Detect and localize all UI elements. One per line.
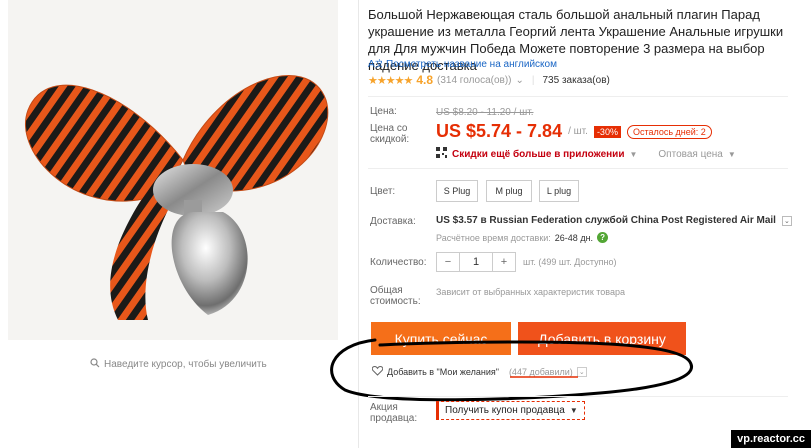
translate-title-link[interactable]: A文 Посмотреть название на английском bbox=[368, 57, 557, 72]
wishlist-row[interactable]: Добавить в "Мои желания" (447 добавили) … bbox=[371, 365, 587, 378]
color-option-s-plug[interactable]: S Plug bbox=[436, 180, 478, 202]
quantity-available: шт. (499 шт. Доступно) bbox=[523, 257, 617, 267]
orders-count: 735 заказа(ов) bbox=[542, 74, 610, 86]
wishlist-label[interactable]: Добавить в "Мои желания" bbox=[387, 367, 499, 377]
watermark: vp.reactor.cc bbox=[731, 430, 811, 448]
eta-label: Расчётное время доставки: bbox=[436, 232, 551, 243]
magnifier-icon bbox=[90, 358, 100, 371]
quantity-label: Количество: bbox=[370, 257, 427, 268]
chevron-down-icon[interactable]: ⌄ bbox=[781, 215, 792, 226]
chevron-down-icon[interactable]: ⌄ bbox=[516, 75, 524, 86]
discount-price-row: US $5.74 - 7.84 / шт. -30% Осталось дней… bbox=[436, 121, 712, 142]
votes-count[interactable]: (314 голоса(ов)) bbox=[437, 75, 512, 86]
separator bbox=[368, 396, 788, 397]
coupon-label: Получить купон продавца bbox=[445, 405, 565, 416]
zoom-hint-text: Наведите курсор, чтобы увеличить bbox=[104, 359, 267, 370]
quantity-stepper[interactable]: − 1 + bbox=[436, 252, 516, 272]
separator bbox=[368, 96, 788, 97]
color-label: Цвет: bbox=[370, 186, 396, 197]
column-divider bbox=[358, 0, 359, 448]
shipping-text: US $3.57 в Russian Federation службой Ch… bbox=[436, 215, 776, 226]
chevron-down-icon[interactable]: ▼ bbox=[728, 150, 736, 159]
color-option-m-plug[interactable]: M plug bbox=[486, 180, 532, 202]
svg-text:文: 文 bbox=[375, 58, 382, 69]
translate-link-text: Посмотреть название на английском bbox=[386, 59, 557, 70]
question-icon[interactable]: ? bbox=[597, 232, 609, 243]
shipping-label: Доставка: bbox=[370, 216, 416, 227]
divider: | bbox=[531, 74, 535, 86]
seller-coupon-button[interactable]: Получить купон продавца ▼ bbox=[436, 401, 585, 420]
rating-value: 4.8 bbox=[416, 73, 433, 87]
star-rating-icon: ★★★★★ bbox=[368, 74, 413, 87]
buy-now-button[interactable]: Купить сейчас bbox=[371, 322, 511, 355]
wishlist-count: (447 добавили) bbox=[508, 367, 573, 377]
chevron-down-icon: ▼ bbox=[569, 406, 578, 415]
increase-button[interactable]: + bbox=[493, 253, 515, 271]
product-photo-graphic bbox=[25, 75, 329, 320]
rating-row: ★★★★★ 4.8 (314 голоса(ов)) ⌄ | 735 заказ… bbox=[368, 73, 610, 87]
app-discount-row: Скидки ещё больше в приложении ▼ Оптовая… bbox=[436, 147, 736, 161]
svg-text:A: A bbox=[368, 59, 375, 69]
shipping-row[interactable]: US $3.57 в Russian Federation службой Ch… bbox=[436, 215, 792, 226]
chevron-down-icon[interactable]: ⌄ bbox=[576, 367, 587, 377]
heart-icon bbox=[371, 365, 384, 378]
old-price: US $8.20 - 11.20 / шт. bbox=[436, 107, 534, 118]
chevron-down-icon[interactable]: ▼ bbox=[629, 150, 637, 159]
add-to-cart-button[interactable]: Добавить в корзину bbox=[518, 322, 686, 355]
qr-code-icon bbox=[436, 147, 447, 161]
current-price: US $5.74 - 7.84 bbox=[436, 121, 563, 141]
days-left-badge: Осталось дней: 2 bbox=[626, 124, 712, 139]
eta-value: 26-48 дн. bbox=[554, 232, 594, 243]
promo-label: Акция продавца: bbox=[370, 402, 418, 424]
price-label: Цена: bbox=[370, 106, 397, 117]
zoom-hint: Наведите курсор, чтобы увеличить bbox=[90, 358, 267, 371]
translate-icon: A文 bbox=[368, 57, 384, 72]
total-label: Общая стоимость: bbox=[370, 285, 421, 307]
delivery-eta: Расчётное время доставки: 26-48 дн. ? bbox=[436, 232, 609, 243]
separator bbox=[368, 168, 788, 169]
discount-price-label: Цена со скидкой: bbox=[370, 123, 410, 145]
quantity-input[interactable]: 1 bbox=[459, 253, 493, 271]
color-option-l-plug[interactable]: L plug bbox=[539, 180, 579, 202]
total-value: Зависит от выбранных характеристик товар… bbox=[436, 287, 625, 297]
per-unit: / шт. bbox=[568, 126, 588, 137]
product-image[interactable] bbox=[8, 0, 338, 340]
wholesale-price-link[interactable]: Оптовая цена bbox=[658, 149, 722, 160]
app-discount-link[interactable]: Скидки ещё больше в приложении bbox=[452, 149, 624, 160]
discount-badge: -30% bbox=[593, 125, 621, 138]
decrease-button[interactable]: − bbox=[437, 253, 459, 271]
